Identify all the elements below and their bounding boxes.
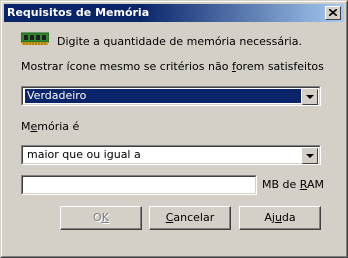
close-button[interactable]: [325, 6, 341, 20]
ok-button[interactable]: OK: [60, 206, 142, 230]
window-title: Requisitos de Memória: [7, 6, 150, 19]
memory-label: Memória é: [21, 120, 80, 133]
memory-amount-input[interactable]: [21, 175, 257, 195]
close-icon: [329, 9, 337, 16]
chevron-down-icon[interactable]: [302, 148, 318, 164]
comparison-dropdown-value: maior que ou igual a: [27, 148, 141, 161]
show-icon-label: Mostrar ícone mesmo se critérios não for…: [21, 60, 324, 73]
intro-text: Digite a quantidade de memória necessári…: [57, 35, 302, 48]
cancel-button[interactable]: Cancelar: [149, 206, 231, 230]
help-button[interactable]: Ajuda: [239, 206, 321, 230]
chevron-down-icon[interactable]: [302, 89, 318, 105]
show-icon-dropdown-value: Verdadeiro: [25, 89, 301, 103]
comparison-dropdown[interactable]: maior que ou igual a: [21, 145, 321, 165]
title-bar[interactable]: Requisitos de Memória: [4, 4, 344, 22]
memory-unit-label: MB de RAM: [262, 178, 324, 191]
show-icon-dropdown[interactable]: Verdadeiro: [21, 86, 321, 106]
ram-chip-icon: [21, 32, 49, 45]
dialog-window: Requisitos de Memória Digite a quantidad…: [0, 0, 348, 258]
